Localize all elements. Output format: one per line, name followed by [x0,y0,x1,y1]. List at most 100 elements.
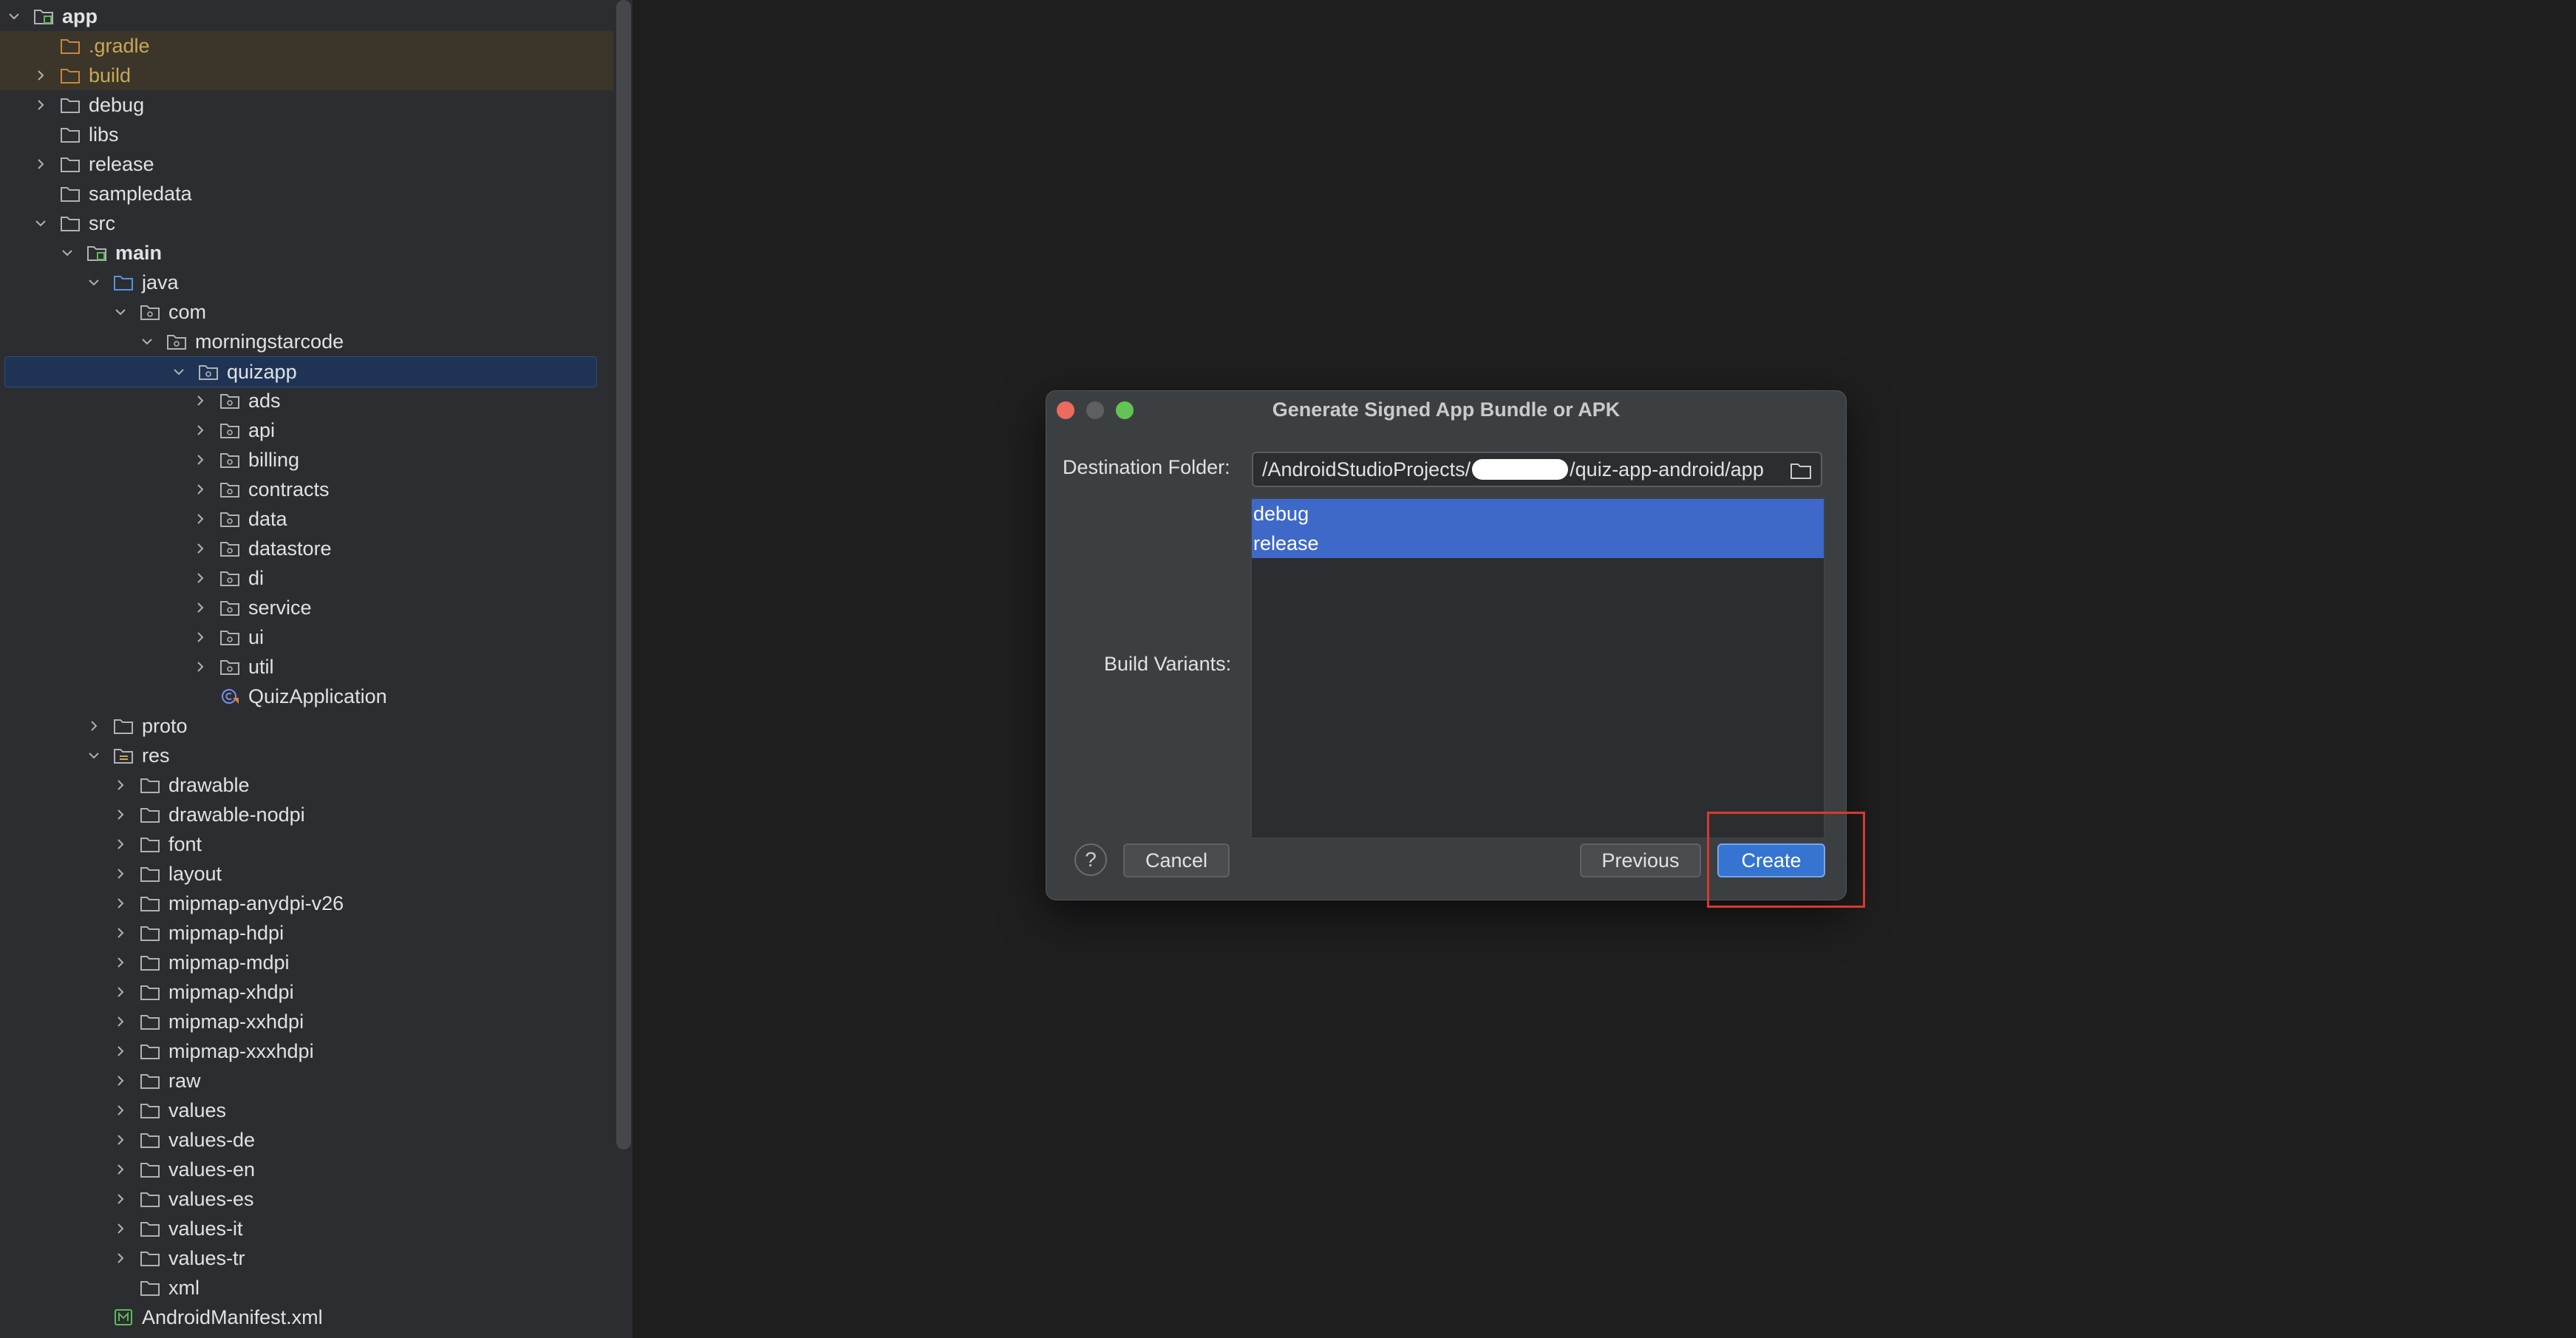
tree-item-di[interactable]: di [0,563,613,593]
tree-item-values-de[interactable]: values-de [0,1125,613,1155]
chevron-right-icon[interactable] [33,156,49,172]
cancel-button[interactable]: Cancel [1123,843,1230,877]
destination-folder-field[interactable]: /AndroidStudioProjects/ /quiz-app-android… [1252,452,1822,487]
chevron-right-icon[interactable] [192,600,208,616]
chevron-right-icon[interactable] [112,836,129,852]
help-button[interactable]: ? [1074,843,1107,876]
chevron-right-icon[interactable] [112,895,129,911]
tree-item-release[interactable]: release [0,149,613,179]
tree-item-main[interactable]: main [0,238,613,268]
tree-item-billing[interactable]: billing [0,445,613,475]
chevron-right-icon[interactable] [112,925,129,941]
tree-item-gradle[interactable]: .gradle [0,31,613,61]
chevron-right-icon[interactable] [192,540,208,557]
chevron-right-icon[interactable] [112,1102,129,1118]
tree-item-data[interactable]: data [0,504,613,534]
tree-item-font[interactable]: font [0,829,613,859]
chevron-right-icon[interactable] [112,1013,129,1030]
variant-item-debug[interactable]: debug [1252,499,1824,529]
tree-item-mipmap-hdpi[interactable]: mipmap-hdpi [0,918,613,948]
tree-item-label: build [89,64,132,86]
tree-item-debug[interactable]: debug [0,90,613,120]
chevron-right-icon[interactable] [112,954,129,971]
tree-item-mipmap-xxhdpi[interactable]: mipmap-xxhdpi [0,1007,613,1036]
tree-item-contracts[interactable]: contracts [0,475,613,504]
build-variants-list[interactable]: debug release [1250,497,1825,839]
tree-item-com[interactable]: com [0,297,613,327]
package-icon [219,568,241,588]
tree-item-src[interactable]: src [0,208,613,238]
tree-item-drawable[interactable]: drawable [0,770,613,800]
tree-item-quizapplication[interactable]: QuizApplication [0,682,613,711]
chevron-right-icon[interactable] [112,777,129,793]
chevron-down-icon[interactable] [139,333,155,350]
chevron-right-icon[interactable] [112,1191,129,1207]
chevron-right-icon[interactable] [112,1073,129,1089]
chevron-right-icon[interactable] [192,629,208,645]
tree-item-res[interactable]: res [0,741,613,770]
tree-item-values[interactable]: values [0,1096,613,1125]
chevron-right-icon[interactable] [33,67,49,84]
tree-item-drawable-nodpi[interactable]: drawable-nodpi [0,800,613,829]
tree-item-quizapp[interactable]: quizapp [4,356,597,387]
chevron-right-icon[interactable] [192,570,208,586]
destination-path-suffix: /quiz-app-android/app [1570,458,1764,480]
tree-item-raw[interactable]: raw [0,1066,613,1096]
chevron-right-icon[interactable] [192,393,208,409]
tree-item-androidmanifest-xml[interactable]: AndroidManifest.xml [0,1303,613,1332]
tree-item-build[interactable]: build [0,61,613,90]
chevron-down-icon[interactable] [112,304,129,320]
kotlin-class-icon [219,687,241,706]
project-tree-scrollbar[interactable] [616,0,631,1149]
chevron-right-icon[interactable] [192,422,208,438]
chevron-right-icon[interactable] [112,806,129,823]
tree-item-api[interactable]: api [0,415,613,445]
variant-item-release[interactable]: release [1252,529,1824,558]
chevron-right-icon[interactable] [112,1220,129,1237]
tree-item-sampledata[interactable]: sampledata [0,179,613,208]
tree-item-mipmap-xxxhdpi[interactable]: mipmap-xxxhdpi [0,1036,613,1066]
tree-item-ads[interactable]: ads [0,386,613,415]
chevron-right-icon[interactable] [112,984,129,1000]
chevron-right-icon[interactable] [192,511,208,527]
chevron-down-icon[interactable] [59,245,75,261]
chevron-right-icon[interactable] [192,481,208,497]
dialog-titlebar[interactable]: Generate Signed App Bundle or APK [1046,391,1846,428]
package-icon [197,362,219,381]
chevron-down-icon[interactable] [86,747,102,764]
chevron-right-icon[interactable] [112,1161,129,1178]
tree-item-datastore[interactable]: datastore [0,534,613,563]
chevron-down-icon[interactable] [33,215,49,231]
chevron-right-icon[interactable] [192,659,208,675]
tree-item-values-en[interactable]: values-en [0,1155,613,1184]
chevron-right-icon[interactable] [112,1250,129,1266]
chevron-down-icon[interactable] [171,364,187,380]
tree-item-layout[interactable]: layout [0,859,613,889]
tree-item-mipmap-mdpi[interactable]: mipmap-mdpi [0,948,613,977]
chevron-down-icon[interactable] [6,8,22,24]
tree-item-util[interactable]: util [0,652,613,682]
tree-item-proto[interactable]: proto [0,711,613,741]
browse-folder-icon[interactable] [1790,461,1812,480]
tree-item-java[interactable]: java [0,268,613,297]
previous-button[interactable]: Previous [1580,843,1701,877]
tree-item-label: util [248,656,274,678]
chevron-down-icon[interactable] [86,274,102,291]
chevron-right-icon[interactable] [112,1043,129,1059]
chevron-right-icon[interactable] [112,1132,129,1148]
tree-item-ui[interactable]: ui [0,622,613,652]
tree-item-mipmap-xhdpi[interactable]: mipmap-xhdpi [0,977,613,1007]
tree-item-app[interactable]: app [0,1,613,31]
tree-item-values-tr[interactable]: values-tr [0,1243,613,1273]
tree-item-service[interactable]: service [0,593,613,622]
tree-item-values-it[interactable]: values-it [0,1214,613,1243]
chevron-right-icon[interactable] [112,866,129,882]
chevron-right-icon[interactable] [86,718,102,734]
tree-item-mipmap-anydpi-v26[interactable]: mipmap-anydpi-v26 [0,889,613,918]
tree-item-xml[interactable]: xml [0,1273,613,1303]
chevron-right-icon[interactable] [192,452,208,468]
chevron-right-icon[interactable] [33,97,49,113]
tree-item-morningstarcode[interactable]: morningstarcode [0,327,613,356]
tree-item-libs[interactable]: libs [0,120,613,149]
tree-item-values-es[interactable]: values-es [0,1184,613,1214]
